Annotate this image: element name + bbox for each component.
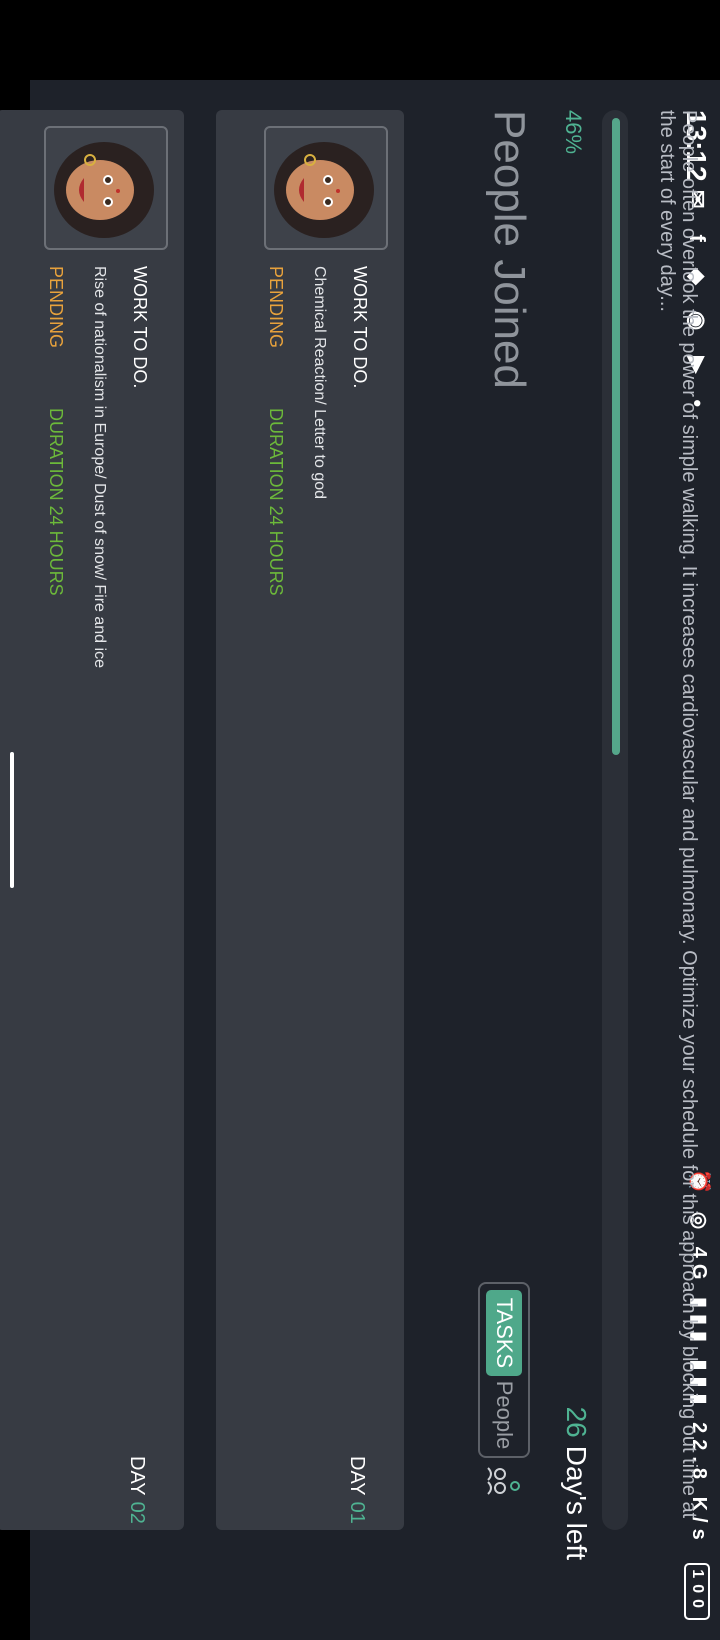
days-left-number: 26 <box>561 1406 592 1438</box>
task-day: DAY 02 <box>125 1456 148 1524</box>
task-day-label: DAY <box>346 1456 368 1496</box>
task-title: WORK TO DO. <box>130 266 150 389</box>
task-status: PENDING <box>266 266 286 349</box>
progress-fill <box>612 118 620 756</box>
task-card[interactable]: WORK TO DO. Rise of nationalism in Europ… <box>0 110 184 1530</box>
progress-bar <box>602 110 628 1530</box>
task-duration: DURATION 24 HOURS <box>46 408 66 596</box>
task-day: DAY 01 <box>345 1456 368 1524</box>
task-subtitle: Rise of nationalism in Europe/ Dust of s… <box>91 266 108 668</box>
task-subtitle: Chemical Reaction/ Letter to god <box>311 266 328 500</box>
task-card[interactable]: WORK TO DO. Chemical Reaction/ Letter to… <box>216 110 404 1530</box>
view-toggle: TASKS People <box>478 1282 530 1458</box>
task-day-number: 02 <box>126 1501 148 1524</box>
task-title: WORK TO DO. <box>350 266 370 389</box>
progress-percent: 46% <box>561 110 586 155</box>
task-duration: DURATION 24 HOURS <box>266 408 286 596</box>
task-status: PENDING <box>46 266 66 349</box>
battery-icon: 100 <box>684 1563 710 1620</box>
group-icon[interactable] <box>484 1460 524 1500</box>
task-day-label: DAY <box>126 1456 148 1496</box>
people-joined-heading: People Joined <box>485 110 534 389</box>
home-indicator[interactable] <box>10 752 14 888</box>
task-day-number: 01 <box>346 1501 368 1524</box>
challenge-description: People often overlook the power of simpl… <box>656 110 700 1519</box>
avatar-icon <box>44 126 168 250</box>
days-left-label: Day's left <box>561 1445 592 1560</box>
tab-tasks[interactable]: TASKS <box>486 1290 522 1376</box>
avatar-icon <box>264 126 388 250</box>
days-left: 26 Day's left <box>560 1407 592 1560</box>
rotated-screen: 13:12 ✉ f ◆ ◉ ▶ • ⏰ ◎ 4G ▮▮▮ ▮▮▮ 22.8 K/… <box>0 0 720 1640</box>
tab-people[interactable]: People <box>486 1380 522 1450</box>
